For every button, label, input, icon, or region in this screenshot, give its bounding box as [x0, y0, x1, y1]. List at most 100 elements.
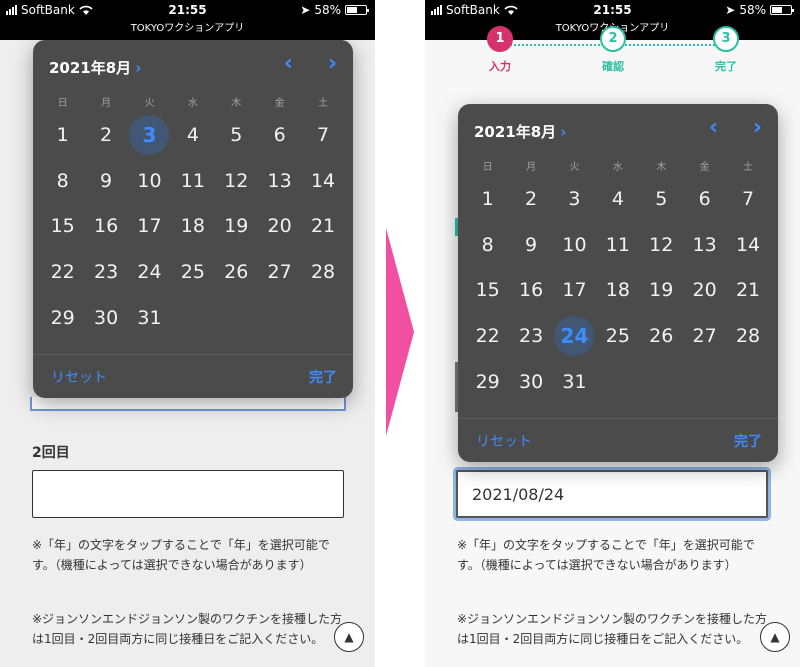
day-cell[interactable]: 20 — [258, 204, 301, 250]
day-cell[interactable]: 27 — [258, 249, 301, 295]
day-cell[interactable]: 9 — [84, 158, 127, 204]
second-dose-input[interactable] — [32, 470, 344, 518]
day-cell[interactable]: 23 — [509, 313, 552, 359]
day-cell[interactable]: 10 — [553, 222, 596, 268]
day-cell[interactable]: 14 — [726, 222, 769, 268]
day-cell[interactable]: 1 — [466, 176, 509, 222]
day-cell[interactable]: 3 — [553, 176, 596, 222]
day-cell[interactable]: 6 — [683, 176, 726, 222]
day-cell[interactable]: 11 — [596, 222, 639, 268]
day-number: 17 — [562, 279, 587, 302]
day-cell[interactable]: 4 — [596, 176, 639, 222]
weekday-label: 土 — [743, 162, 754, 173]
first-dose-input[interactable] — [30, 397, 346, 411]
day-cell[interactable]: 7 — [726, 176, 769, 222]
day-cell[interactable]: 10 — [128, 158, 171, 204]
day-number: 2 — [100, 123, 113, 146]
day-cell[interactable]: 18 — [596, 268, 639, 314]
day-cell[interactable]: 5 — [215, 112, 258, 158]
day-cell[interactable]: 2 — [509, 176, 552, 222]
month-selector[interactable]: 2021年8月 › — [49, 57, 141, 78]
day-cell[interactable]: 1 — [41, 112, 84, 158]
battery-percent: 58% — [739, 3, 766, 17]
first-dose-input[interactable]: 2021/08/24 — [456, 470, 768, 518]
day-number: 21 — [310, 215, 336, 238]
day-number: 22 — [50, 261, 75, 284]
scroll-top-button[interactable]: ▲ — [334, 622, 364, 652]
day-cell[interactable]: 13 — [258, 158, 301, 204]
day-cell[interactable]: 16 — [84, 204, 127, 250]
day-cell[interactable]: 11 — [171, 158, 214, 204]
reset-button[interactable]: リセット — [51, 367, 107, 387]
day-cell[interactable]: 17 — [553, 268, 596, 314]
done-button[interactable]: 完了 — [309, 367, 337, 387]
day-cell[interactable]: 12 — [215, 158, 258, 204]
day-cell[interactable]: 22 — [466, 313, 509, 359]
day-cell[interactable]: 18 — [171, 204, 214, 250]
day-number: 25 — [180, 261, 205, 284]
note-johnson: ※ジョンソンエンドジョンソン製のワクチンを接種した方は1回目・2回目両方に同じ接… — [457, 612, 768, 646]
day-cell[interactable]: 15 — [41, 204, 84, 250]
day-cell[interactable]: 30 — [84, 295, 127, 341]
day-cell[interactable]: 8 — [41, 158, 84, 204]
day-cell[interactable]: 27 — [683, 313, 726, 359]
day-cell[interactable]: 29 — [466, 359, 509, 405]
day-cell[interactable]: 25 — [171, 249, 214, 295]
day-cell[interactable]: 4 — [171, 112, 214, 158]
day-cell[interactable]: 31 — [128, 295, 171, 341]
day-number: 14 — [735, 233, 761, 256]
day-number: 18 — [180, 215, 205, 238]
done-button[interactable]: 完了 — [734, 431, 762, 451]
day-number: 16 — [518, 279, 544, 302]
weekday-label: 木 — [231, 98, 242, 109]
day-number: 8 — [481, 233, 494, 256]
day-cell[interactable]: 26 — [640, 313, 683, 359]
day-cell[interactable]: 23 — [84, 249, 127, 295]
day-number: 19 — [224, 215, 249, 238]
transition-arrow-icon — [386, 228, 414, 436]
step-input: 1 入力 — [470, 26, 530, 74]
day-cell[interactable]: 29 — [41, 295, 84, 341]
day-cell[interactable]: 8 — [466, 222, 509, 268]
day-cell[interactable]: 28 — [726, 313, 769, 359]
chevron-right-icon: › — [560, 122, 567, 141]
day-cell[interactable]: 20 — [683, 268, 726, 314]
next-month-button[interactable]: › — [328, 53, 337, 75]
day-cell[interactable]: 30 — [509, 359, 552, 405]
scroll-top-button[interactable]: ▲ — [760, 622, 790, 652]
day-cell[interactable]: 17 — [128, 204, 171, 250]
day-cell[interactable]: 2 — [84, 112, 127, 158]
previous-month-button[interactable]: ‹ — [709, 117, 718, 139]
day-cell[interactable]: 19 — [640, 268, 683, 314]
day-cell[interactable]: 21 — [726, 268, 769, 314]
step-complete: 3 完了 — [696, 26, 756, 74]
day-cell-selected[interactable]: 24 — [553, 313, 596, 359]
day-cell[interactable]: 13 — [683, 222, 726, 268]
day-cell[interactable]: 6 — [258, 112, 301, 158]
day-cell[interactable]: 16 — [509, 268, 552, 314]
previous-month-button[interactable]: ‹ — [284, 53, 293, 75]
day-cell[interactable]: 31 — [553, 359, 596, 405]
reset-button[interactable]: リセット — [476, 431, 532, 451]
day-cell[interactable]: 21 — [301, 204, 344, 250]
day-number: 26 — [649, 325, 674, 348]
day-cell-selected[interactable]: 3 — [128, 112, 171, 158]
day-number: 3 — [568, 187, 581, 210]
day-cell[interactable]: 14 — [301, 158, 344, 204]
day-cell[interactable]: 25 — [596, 313, 639, 359]
day-cell[interactable]: 28 — [301, 249, 344, 295]
day-number: 18 — [605, 279, 630, 302]
day-cell[interactable]: 9 — [509, 222, 552, 268]
next-month-button[interactable]: › — [753, 117, 762, 139]
day-cell[interactable]: 19 — [215, 204, 258, 250]
month-selector[interactable]: 2021年8月 › — [474, 121, 566, 142]
day-cell[interactable]: 7 — [301, 112, 344, 158]
day-cell[interactable]: 24 — [128, 249, 171, 295]
chevron-right-icon: › — [135, 58, 142, 77]
day-cell[interactable]: 26 — [215, 249, 258, 295]
day-cell[interactable]: 15 — [466, 268, 509, 314]
battery-icon — [770, 5, 794, 15]
day-cell[interactable]: 12 — [640, 222, 683, 268]
day-cell[interactable]: 22 — [41, 249, 84, 295]
day-cell[interactable]: 5 — [640, 176, 683, 222]
